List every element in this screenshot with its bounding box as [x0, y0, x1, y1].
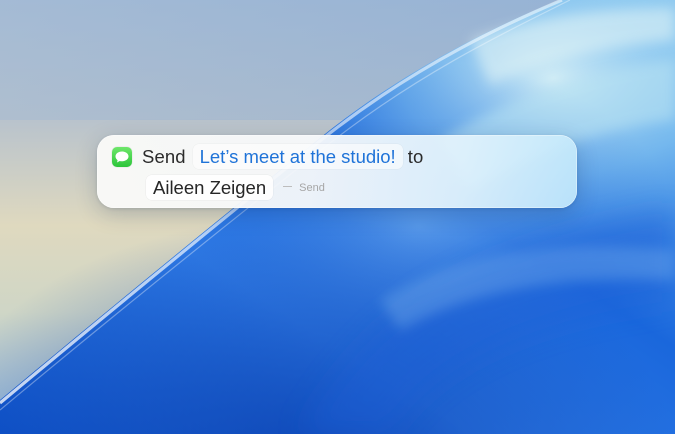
send-verb-label: Send	[142, 145, 186, 167]
action-hint-label: Send	[299, 181, 325, 194]
hint-dash-divider	[283, 186, 293, 188]
messages-icon	[112, 146, 132, 167]
shortcut-line-2: Aileen Zeigen Send	[146, 175, 325, 200]
to-connector-label: to	[407, 145, 424, 167]
spotlight-shortcut-panel[interactable]: Send Let’s meet at the studio! to Aileen…	[97, 135, 577, 208]
shortcut-line-1: Send Let’s meet at the studio! to	[112, 144, 423, 169]
recipient-token[interactable]: Aileen Zeigen	[146, 175, 274, 200]
message-token[interactable]: Let’s meet at the studio!	[192, 144, 403, 169]
action-hint: Send	[283, 182, 325, 194]
desktop-wallpaper	[0, 0, 675, 434]
